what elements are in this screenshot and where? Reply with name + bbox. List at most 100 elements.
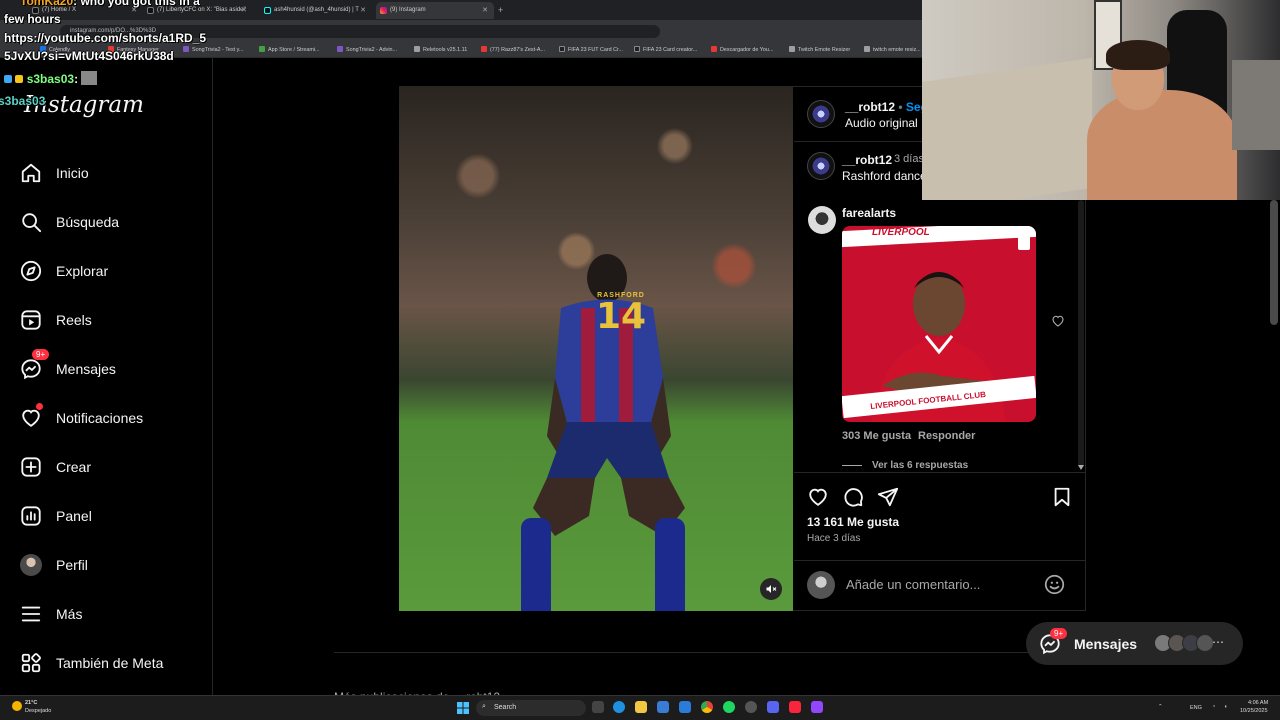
unread-badge: 9+ [32, 349, 50, 360]
store-icon[interactable] [657, 701, 669, 713]
bookmark-favicon-icon [259, 46, 265, 52]
close-tab-icon[interactable]: ✕ [241, 6, 247, 14]
weather-desc[interactable]: Despejado [25, 708, 51, 714]
chat-link-cont: 5JvXU?si=vMtUt4S046rkU38d [4, 49, 174, 63]
plus-square-icon [21, 457, 41, 477]
view-replies-button[interactable]: Ver las 6 respuestas [872, 460, 968, 471]
bookmark-save-icon[interactable] [1051, 486, 1073, 508]
bookmark-item[interactable]: App Store / Streami... [259, 46, 320, 53]
comment-bubble-icon[interactable] [842, 486, 864, 508]
sidebar-item-label: Perfil [56, 557, 88, 573]
sidebar-item-mensajes[interactable]: 9+ Mensajes [20, 349, 116, 382]
wifi-icon[interactable]: ◔ [1212, 704, 1215, 710]
author-avatar[interactable] [807, 100, 835, 128]
bookmark-item[interactable]: FIFA 23 Card creator... [634, 46, 697, 53]
like-comment-heart-icon[interactable] [1051, 314, 1065, 328]
tab-instagram[interactable]: (9) Instagram ✕ [376, 2, 494, 19]
sidebar-item-inicio[interactable]: Inicio [20, 160, 89, 186]
sidebar-item-tambien-de-meta[interactable]: También de Meta [20, 650, 163, 676]
sidebar-item-notificaciones[interactable]: Notificaciones [20, 403, 143, 431]
twitch-icon[interactable] [811, 701, 823, 713]
emoji-smile-icon[interactable] [1044, 574, 1065, 595]
comment-gif[interactable]: LIVERPOOL LIVERPOOL FOOTBALL CLUB [842, 226, 1036, 422]
sidebar-item-mas[interactable]: Más [20, 601, 82, 627]
discord-icon[interactable] [767, 701, 779, 713]
post-likes-count[interactable]: 13 161 Me gusta [807, 515, 899, 529]
jersey-number: 14 [595, 296, 647, 337]
bookmark-item[interactable]: Reletools v25.1.11 [414, 46, 467, 53]
messenger-icon [21, 359, 41, 380]
taskbar-search[interactable]: ⌕ Search [476, 700, 586, 716]
messages-pill[interactable]: 9+ Mensajes ⋯ [1026, 622, 1243, 665]
file-explorer-icon[interactable] [635, 701, 647, 713]
reply-button[interactable]: Responder [918, 430, 975, 442]
post-photo[interactable]: RASHFORD 14 [399, 86, 793, 611]
bookmark-item[interactable]: (77) Razz87's Zest-A... [481, 46, 545, 53]
language-indicator[interactable]: ENG [1190, 705, 1202, 711]
comments-scrollbar[interactable] [1076, 200, 1086, 472]
tray-chevron-icon[interactable]: ⌃ [1158, 704, 1163, 710]
share-paper-plane-icon[interactable] [877, 486, 899, 508]
volume-icon[interactable]: ◖ [1224, 704, 1227, 710]
bookmark-favicon-icon [864, 46, 870, 52]
windows-start-icon[interactable] [457, 702, 469, 714]
bookmark-item[interactable]: FIFA 23 FUT Card Cr... [559, 46, 623, 53]
heart-icon [22, 409, 40, 427]
bookmark-item[interactable]: twitch emote resiz... [864, 46, 921, 53]
weather-temp[interactable]: 21°C [25, 700, 37, 706]
webcam-overlay [922, 0, 1280, 200]
author-username[interactable]: __robt12 • Seg [845, 100, 928, 114]
audio-label[interactable]: Audio original [845, 116, 918, 130]
messages-pill-badge: 9+ [1050, 628, 1068, 639]
bookmark-favicon-icon [183, 46, 189, 52]
replies-line [842, 465, 862, 466]
bookmark-favicon-icon [634, 46, 640, 52]
music-icon[interactable] [789, 701, 801, 713]
page-scrollbar[interactable] [1270, 200, 1278, 325]
caption-avatar[interactable] [807, 152, 835, 180]
spotify-icon[interactable] [723, 701, 735, 713]
sidebar-item-reels[interactable]: Reels [20, 307, 92, 333]
sidebar-item-explorar[interactable]: Explorar [20, 258, 108, 284]
bookmark-item[interactable]: SongTrivia2 - Advin... [337, 46, 397, 53]
sidebar-item-crear[interactable]: Crear [20, 454, 91, 480]
chat-message-cont: few hours [4, 12, 61, 26]
commenter-username[interactable]: farealarts [842, 206, 896, 220]
like-heart-icon[interactable] [807, 486, 829, 508]
bookmark-favicon-icon [481, 46, 487, 52]
screen: (7) Home / X ✕ (7) LibertyCFC on X: "Bia… [0, 0, 1280, 720]
comment-input[interactable]: Añade un comentario... [846, 577, 980, 592]
mute-audio-button[interactable] [760, 578, 782, 600]
notification-dot [36, 403, 43, 410]
bookmark-favicon-icon [559, 46, 565, 52]
clock-time[interactable]: 4:06 AM [1248, 700, 1268, 706]
close-tab-icon[interactable]: ✕ [360, 6, 366, 14]
new-tab-button[interactable]: + [498, 5, 503, 15]
caption-username[interactable]: __robt12 [842, 153, 892, 167]
bookmark-item[interactable]: Twitch Emote Resizer [789, 46, 850, 53]
mail-icon[interactable] [679, 701, 691, 713]
sidebar-item-label: Crear [56, 459, 92, 475]
sidebar-item-busqueda[interactable]: Búsqueda [20, 209, 119, 235]
bookmark-item[interactable]: SongTrivia2 - Test y... [183, 46, 243, 53]
edge-icon[interactable] [613, 701, 625, 713]
messages-pill-label: Mensajes [1074, 636, 1138, 652]
desk-items [1232, 60, 1280, 150]
sidebar-item-panel[interactable]: Panel [20, 503, 92, 529]
tab-tiktok[interactable]: ash4hunsid (@ash_4hunsid) | T ✕ [260, 2, 372, 19]
commenter-avatar[interactable] [808, 206, 836, 234]
task-view-icon[interactable] [592, 701, 604, 713]
streamer-hair [1106, 40, 1170, 70]
chrome-icon[interactable] [701, 701, 713, 713]
streamer-torso [1087, 90, 1237, 200]
sidebar-item-perfil[interactable]: Perfil [20, 552, 88, 578]
current-user-avatar [807, 571, 835, 599]
sidebar-item-label: Mensajes [56, 361, 116, 377]
clock-date[interactable]: 10/25/2025 [1240, 708, 1268, 714]
caption-text: Rashford dance [842, 169, 927, 183]
bookmark-item[interactable]: Descargador de You... [711, 46, 773, 53]
comment-likes[interactable]: 303 Me gusta [842, 430, 911, 442]
weather-icon[interactable] [12, 701, 22, 711]
obs-icon[interactable] [745, 701, 757, 713]
close-tab-icon[interactable]: ✕ [482, 6, 488, 14]
